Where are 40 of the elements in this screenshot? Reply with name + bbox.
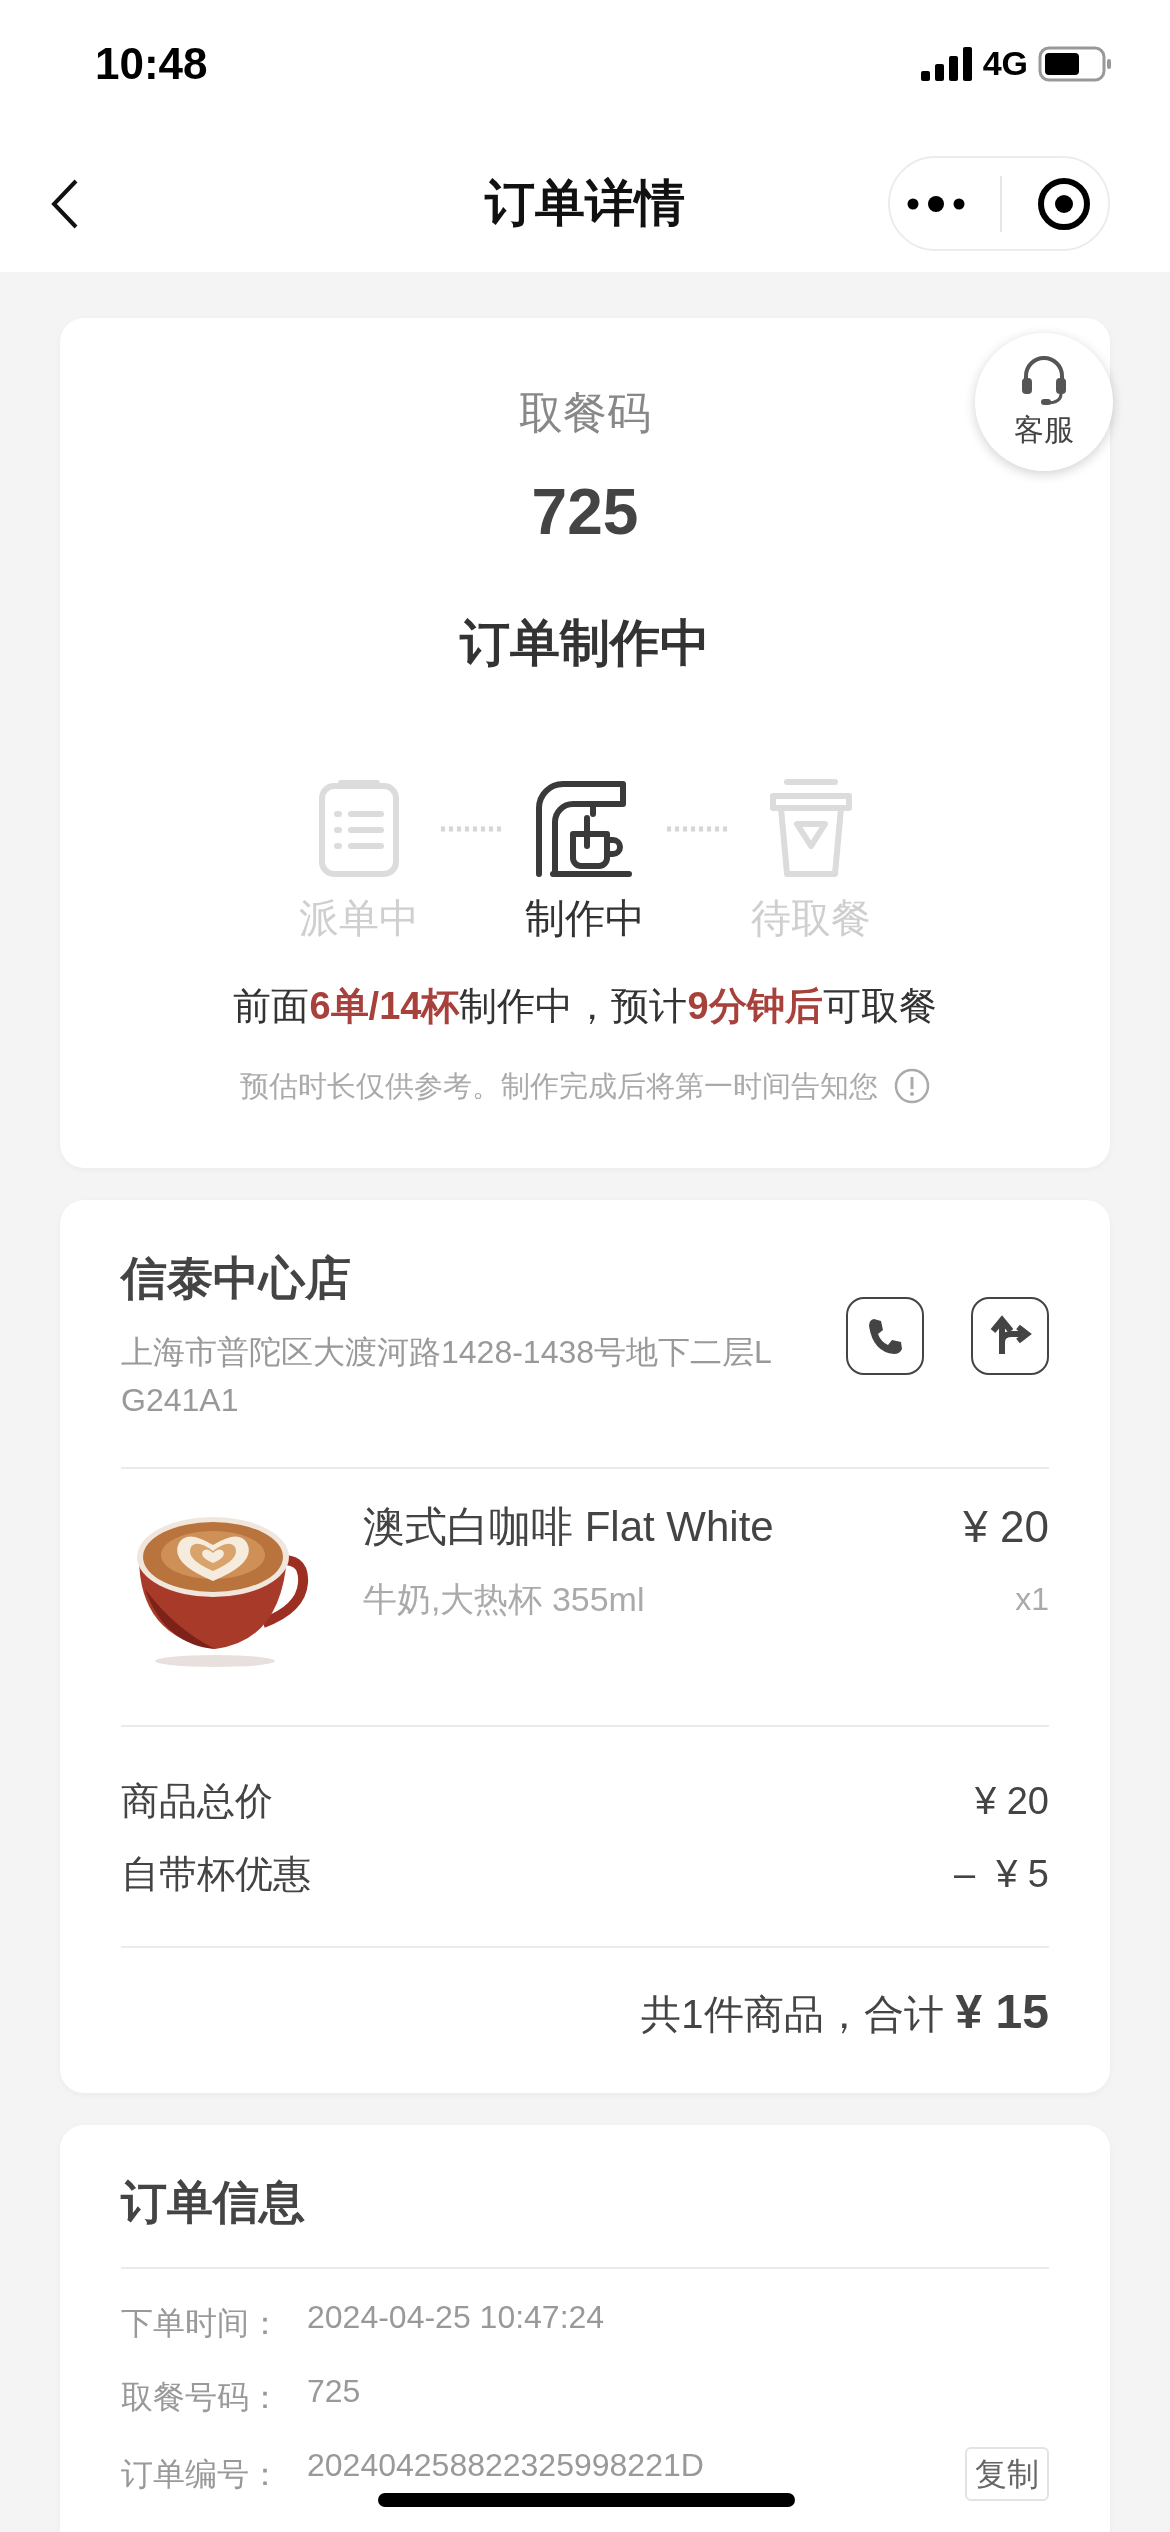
fee-amount: – ¥ 5 — [953, 1852, 1049, 1897]
fee-amount: ¥ 20 — [975, 1779, 1049, 1824]
customer-service-button[interactable]: 客服 — [975, 333, 1113, 471]
pickup-code: 725 — [531, 475, 639, 550]
store-name: 信泰中心店 — [121, 1251, 352, 1306]
info-value: 2024-04-25 10:47:24 — [307, 2299, 605, 2335]
battery-icon — [1038, 45, 1112, 82]
section-title: 订单信息 — [121, 2175, 306, 2230]
page-title: 订单详情 — [485, 174, 685, 233]
directions-button[interactable] — [971, 1297, 1049, 1375]
pickup-code-label: 取餐码 — [519, 387, 651, 439]
queue-message: 前面6单/14杯制作中，预计9分钟后可取餐 — [233, 984, 937, 1029]
cup-icon — [769, 778, 853, 878]
store-address: 上海市普陀区大渡河路1428-1438号地下二层LG241A1 — [121, 1333, 773, 1420]
step-label: 制作中 — [525, 895, 645, 942]
info-value: 202404258822325998221D — [307, 2447, 704, 2483]
checklist-icon — [317, 778, 401, 878]
fee-label: 商品总价 — [121, 1779, 273, 1824]
product-quantity: x1 — [1015, 1580, 1049, 1619]
fee-label: 自带杯优惠 — [121, 1852, 311, 1897]
info-label: 取餐号码： — [121, 2378, 282, 2417]
more-icon[interactable] — [907, 195, 966, 212]
order-status: 订单制作中 — [460, 614, 710, 673]
copy-button[interactable]: 复制 — [965, 2447, 1049, 2501]
info-value: 725 — [307, 2373, 361, 2409]
signal-icon — [920, 46, 973, 81]
product-name: 澳式白咖啡 Flat White — [363, 1502, 775, 1552]
info-label: 下单时间： — [121, 2304, 282, 2343]
total-summary: 共1件商品，合计 — [641, 1991, 944, 2038]
phone-button[interactable] — [846, 1297, 924, 1375]
back-icon[interactable] — [50, 177, 80, 230]
info-label: 订单编号： — [121, 2455, 282, 2494]
total-amount: ¥ 15 — [955, 1984, 1049, 2040]
product-options: 牛奶,大热杯 355ml — [363, 1575, 964, 1623]
network-label: 4G — [982, 44, 1028, 83]
estimate-note: 预估时长仅供参考。制作完成后将第一时间告知您 — [240, 1069, 878, 1104]
close-icon[interactable] — [1036, 176, 1091, 231]
headset-icon — [1019, 353, 1069, 406]
clock-time: 10:48 — [95, 38, 208, 89]
product-price: ¥ 20 — [963, 1501, 1049, 1553]
